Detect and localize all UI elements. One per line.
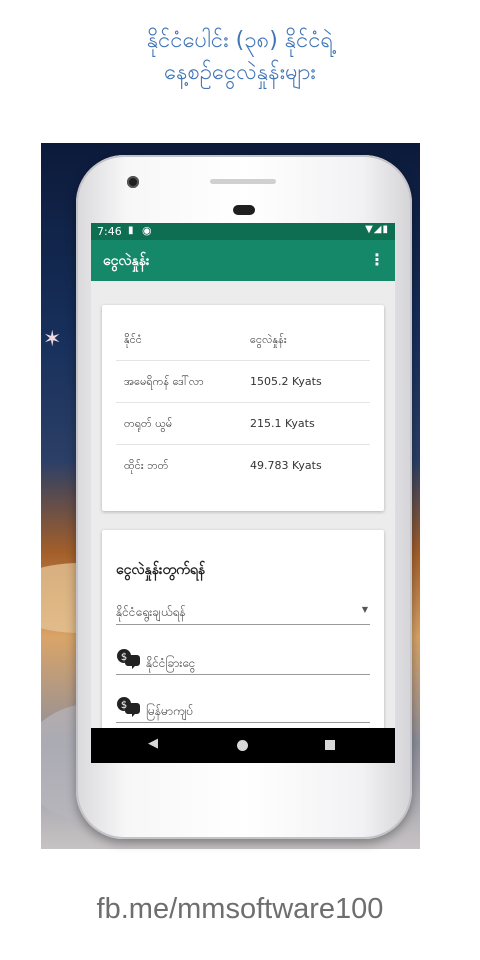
row-country: တရုတ် ယွမ် (124, 417, 173, 430)
rates-card: နိုင်ငံ ငွေလဲနှုန်း အမေရိကန် ဒေါ်လာ 1505… (102, 305, 384, 511)
column-header-rate: ငွေလဲနှုန်း (250, 333, 287, 346)
back-icon[interactable]: ◀ (148, 736, 158, 751)
kyat-amount-placeholder: မြန်မာကျပ် (146, 704, 193, 718)
proximity-sensor (233, 205, 255, 215)
table-row[interactable]: အမေရိကန် ဒေါ်လာ 1505.2 Kyats (116, 361, 370, 403)
headline-line-1: နိုင်ငံပေါင်း (၃၈) နိုင်ငံရဲ့ (146, 28, 334, 53)
sparkle-icon: ✶ (43, 327, 62, 352)
front-camera (127, 176, 139, 188)
row-country: အမေရိကန် ဒေါ်လာ (124, 375, 204, 388)
money-chat-icon: $ (117, 649, 140, 669)
calculator-title: ငွေလဲနှုန်းတွက်ရန် (116, 562, 206, 578)
row-rate: 215.1 Kyats (250, 417, 315, 430)
sim-card-icon: ▮ (128, 225, 134, 236)
svg-text:$: $ (121, 700, 127, 711)
more-vert-icon[interactable]: ⋮ (369, 250, 385, 269)
app-title: ငွေလဲနှုန်း (103, 253, 150, 269)
money-chat-icon: $ (117, 697, 140, 717)
column-header-country: နိုင်ငံ (124, 333, 142, 346)
svg-text:$: $ (121, 652, 127, 663)
table-row[interactable]: ထိုင်း ဘတ် 49.783 Kyats (116, 445, 370, 486)
data-saver-icon: ◉ (142, 224, 152, 237)
earpiece-speaker (210, 179, 276, 184)
country-select-label: နိုင်ငံရွေးချယ်ရန် (116, 605, 186, 619)
wifi-icon: ▼ (365, 224, 374, 235)
row-rate: 1505.2 Kyats (250, 375, 322, 388)
kyat-amount-input[interactable]: $ မြန်မာကျပ် (116, 697, 370, 723)
foreign-amount-placeholder: နိုင်ငံခြားငွေ (146, 656, 196, 670)
status-icons: ▼◢▮ (365, 224, 389, 235)
row-country: ထိုင်း ဘတ် (124, 459, 169, 472)
rates-header-row: နိုင်ငံ ငွေလဲနှုန်း (116, 319, 370, 361)
status-bar: 7:46 ▮ ◉ ▼◢▮ (91, 223, 395, 240)
row-rate: 49.783 Kyats (250, 459, 322, 472)
app-bar: ငွေလဲနှုန်း ⋮ (91, 240, 395, 281)
headline-line-2: နေ့စဉ်ငွေလဲနှုန်းများ (164, 60, 316, 85)
recent-apps-icon[interactable] (325, 740, 335, 750)
navigation-bar: ◀ (91, 728, 395, 763)
country-select[interactable]: နိုင်ငံရွေးချယ်ရန် ▼ (116, 600, 370, 625)
table-row[interactable]: တရုတ် ယွမ် 215.1 Kyats (116, 403, 370, 445)
foreign-amount-input[interactable]: $ နိုင်ငံခြားငွေ (116, 649, 370, 675)
dropdown-arrow-icon: ▼ (361, 605, 368, 614)
status-time: 7:46 (97, 225, 122, 238)
footer-link[interactable]: fb.me/mmsoftware100 (0, 893, 480, 926)
battery-icon: ▮ (382, 224, 389, 235)
phone-screen: 7:46 ▮ ◉ ▼◢▮ ငွေလဲနှုန်း ⋮ နိုင်ငံ ငွေလဲ… (91, 223, 395, 763)
home-icon[interactable] (237, 740, 248, 751)
